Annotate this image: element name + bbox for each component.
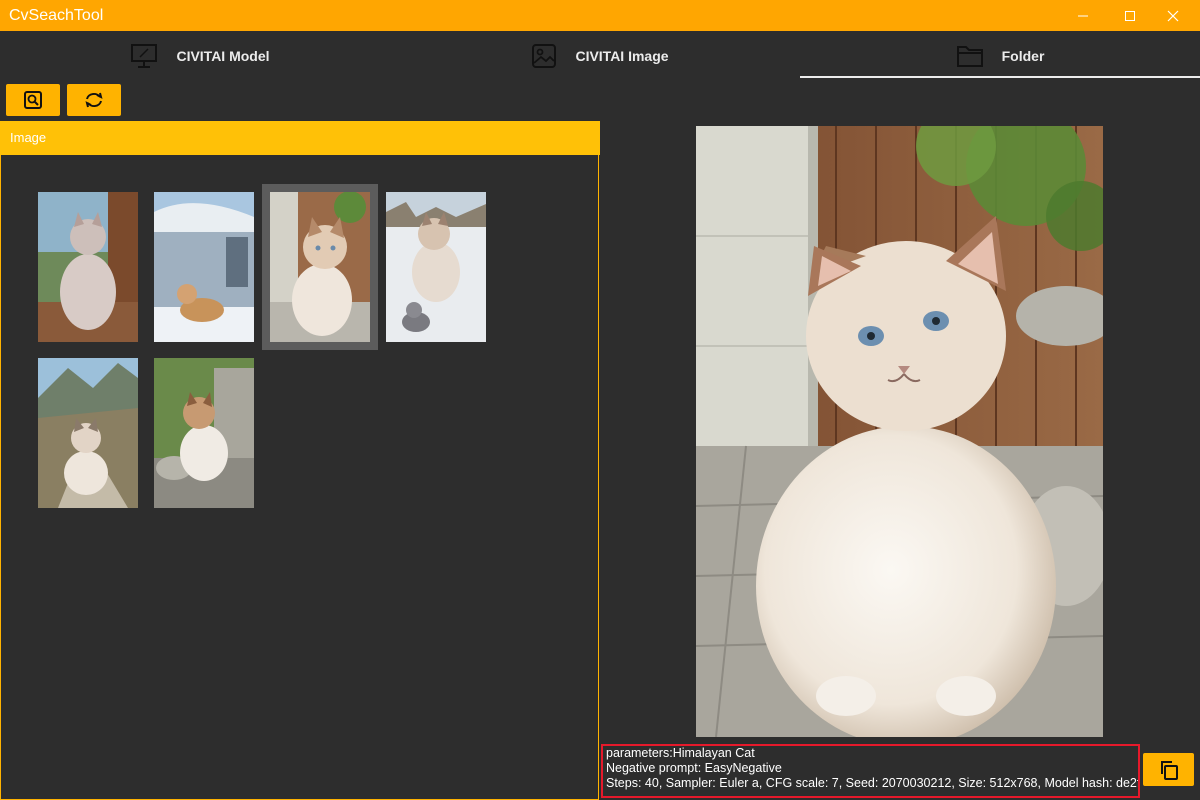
parameters-line: parameters:Himalayan Cat: [606, 746, 755, 760]
thumbnail-cat-patio[interactable]: [270, 192, 370, 342]
panel-header-label: Image: [10, 130, 47, 145]
title-bar: CvSeachTool: [0, 0, 1200, 31]
thumbnail-cat-snow-wall[interactable]: [154, 192, 254, 342]
refresh-button[interactable]: [67, 84, 121, 116]
copy-button[interactable]: [1143, 753, 1194, 786]
close-button[interactable]: [1150, 0, 1196, 31]
folder-icon: [956, 45, 983, 67]
tab-label: Folder: [1001, 47, 1045, 64]
thumbnail-cat-rocks[interactable]: [154, 358, 254, 508]
negative-prompt-line: Negative prompt: EasyNegative: [606, 761, 782, 775]
generation-settings-line: Steps: 40, Sampler: Euler a, CFG scale: …: [606, 776, 1140, 790]
image-parameters-box: parameters:Himalayan Cat Negative prompt…: [601, 744, 1140, 798]
minimize-icon: [1078, 15, 1088, 16]
thumbnail-cat-mountain[interactable]: [38, 358, 138, 508]
copy-icon: [1160, 760, 1178, 780]
tab-civitai-image[interactable]: CIVITAI Image: [400, 31, 800, 80]
tab-civitai-model[interactable]: CIVITAI Model: [0, 31, 400, 80]
panel-header: Image: [0, 121, 600, 155]
image-icon: [532, 43, 557, 68]
tab-bar: CIVITAI Model CIVITAI Image Folder: [0, 31, 1200, 80]
folder-search-icon: [24, 91, 42, 109]
tab-label: CIVITAI Image: [575, 47, 669, 64]
app-title: CvSeachTool: [9, 6, 104, 24]
image-preview: [696, 126, 1103, 737]
monitor-icon: [131, 43, 158, 68]
tab-label: CIVITAI Model: [176, 47, 270, 64]
minimize-button[interactable]: [1060, 0, 1106, 31]
refresh-icon: [85, 92, 103, 108]
open-folder-button[interactable]: [6, 84, 60, 116]
maximize-icon: [1125, 10, 1135, 21]
cat-preview-image: [696, 126, 1103, 737]
thumbnail-cat-porch[interactable]: [38, 192, 138, 342]
tab-folder[interactable]: Folder: [800, 31, 1200, 80]
maximize-button[interactable]: [1107, 0, 1153, 31]
thumbnail-cat-snow-kitten[interactable]: [386, 192, 486, 342]
close-icon: [1167, 10, 1179, 21]
